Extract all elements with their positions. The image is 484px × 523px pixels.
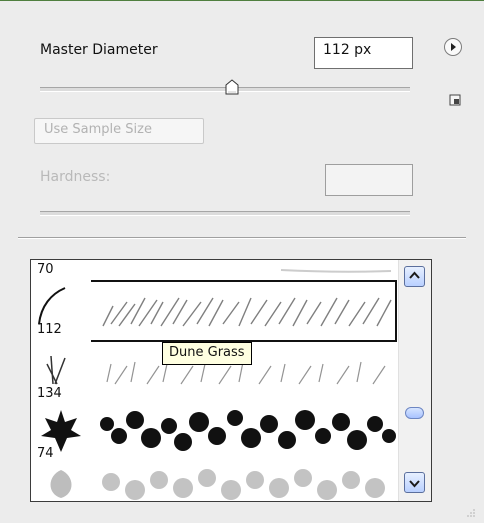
brush-row[interactable]: 74 [31,402,397,464]
leaf-icon [50,470,72,498]
menu-arrow-icon[interactable] [444,38,462,56]
stroke-preview-grass [102,297,392,327]
brush-row[interactable] [31,464,397,501]
hardness-slider[interactable] [40,211,410,216]
use-sample-size-label: Use Sample Size [44,122,152,137]
brush-list: 70 112 134 74 [30,259,432,502]
master-diameter-value: 112 px [323,42,372,58]
brush-size: 134 [37,386,62,401]
brush-preset-panel: Master Diameter 112 px Use Sample Size H… [0,1,484,523]
brush-stroke-preview [91,464,397,501]
brush-thumbnail [31,464,91,501]
stroke-preview-leaves [100,410,396,451]
stroke-preview-soft-leaves [102,469,385,500]
new-preset-glyph [449,94,461,106]
section-separator [18,237,466,239]
brush-tooltip: Dune Grass [162,342,252,365]
scroll-up-button[interactable] [404,266,425,287]
slider-thumb-glyph [225,79,239,95]
scroll-thumb[interactable] [405,407,424,419]
brush-stroke-preview [91,280,397,342]
brush-size: 74 [37,446,54,461]
stroke-preview-70 [280,269,392,273]
resize-grip-icon[interactable] [466,503,476,517]
use-sample-size-button[interactable]: Use Sample Size [34,118,204,144]
master-diameter-thumb[interactable] [225,79,239,95]
brush-size: 112 [37,322,62,337]
menu-arrow-glyph [451,43,456,51]
hardness-label: Hardness: [40,169,111,185]
brush-stroke-preview [91,402,397,464]
brush-row-selected[interactable]: 112 [31,280,397,342]
chevron-down-icon [409,480,420,488]
brush-row[interactable]: 70 [31,260,397,280]
brush-size: 70 [37,262,54,277]
new-preset-icon[interactable] [449,91,461,106]
resize-grip-glyph [467,509,475,517]
master-diameter-label: Master Diameter [40,42,158,58]
master-diameter-input[interactable]: 112 px [314,37,413,69]
chevron-up-icon [409,271,420,279]
brush-stroke-preview [91,260,397,280]
scroll-down-button[interactable] [404,472,425,493]
brush-list-scrollbar[interactable] [398,260,431,501]
hardness-input[interactable] [325,164,413,196]
